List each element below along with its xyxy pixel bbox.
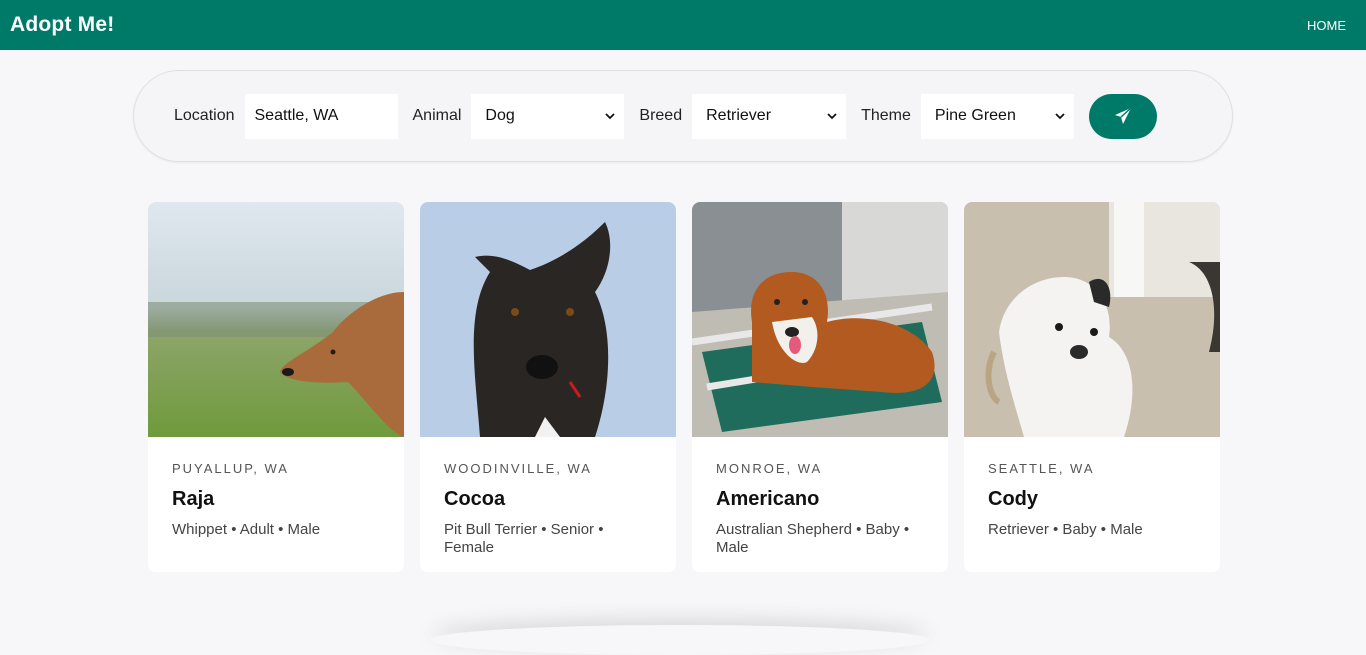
- pet-name: Cocoa: [444, 488, 506, 510]
- pet-name: Raja: [172, 488, 215, 510]
- pet-location: WOODINVILLE, WA: [444, 461, 592, 476]
- pet-location: SEATTLE, WA: [988, 461, 1095, 476]
- search-form: Location Seattle, WA Animal Dog Breed Re…: [133, 70, 1233, 162]
- paper-plane-icon: [1114, 107, 1132, 124]
- pet-name: Americano: [716, 488, 820, 510]
- chevron-down-icon: [605, 113, 616, 120]
- location-label: Location: [174, 107, 235, 124]
- theme-select-value: Pine Green: [934, 107, 1016, 124]
- pet-location: PUYALLUP, WA: [172, 461, 289, 476]
- breed-select-value: Retriever: [706, 107, 772, 124]
- animal-label: Animal: [412, 107, 462, 124]
- chevron-down-icon: [1055, 113, 1065, 120]
- pet-details: Australian Shepherd • Baby • Male: [716, 521, 910, 556]
- theme-label: Theme: [861, 107, 911, 124]
- navbar: Adopt Me! HOME: [0, 0, 1366, 50]
- animal-select-value: Dog: [485, 107, 515, 124]
- breed-select[interactable]: Retriever: [692, 93, 847, 139]
- pet-card[interactable]: WOODINVILLE, WA Cocoa Pit Bull Terrier •…: [420, 202, 676, 572]
- pet-card[interactable]: PUYALLUP, WA Raja Whippet • Adult • Male: [148, 202, 404, 572]
- pet-card[interactable]: SEATTLE, WA Cody Retriever • Baby • Male: [964, 202, 1220, 572]
- animal-select[interactable]: Dog: [471, 93, 625, 139]
- pet-photo: [148, 202, 404, 437]
- nav-home-link[interactable]: HOME: [1307, 18, 1346, 33]
- pet-details: Retriever • Baby • Male: [988, 521, 1143, 538]
- pet-card[interactable]: MONROE, WA Americano Australian Shepherd…: [692, 202, 948, 572]
- submit-button[interactable]: [1088, 93, 1157, 139]
- location-input[interactable]: Seattle, WA: [244, 93, 398, 139]
- pet-details: Pit Bull Terrier • Senior • Female: [444, 521, 604, 556]
- pet-details: Whippet • Adult • Male: [172, 521, 321, 538]
- brand-logo[interactable]: Adopt Me!: [10, 13, 114, 37]
- bottom-shadow: [430, 625, 930, 655]
- theme-select[interactable]: Pine Green: [920, 93, 1074, 139]
- chevron-down-icon: [827, 113, 837, 120]
- pet-location: MONROE, WA: [716, 461, 823, 476]
- pet-results: PUYALLUP, WA Raja Whippet • Adult • Male…: [148, 202, 1220, 572]
- pet-photo: [964, 202, 1220, 437]
- breed-label: Breed: [639, 107, 683, 124]
- pet-name: Cody: [988, 488, 1038, 510]
- pet-photo: [420, 202, 676, 437]
- pet-photo: [692, 202, 948, 437]
